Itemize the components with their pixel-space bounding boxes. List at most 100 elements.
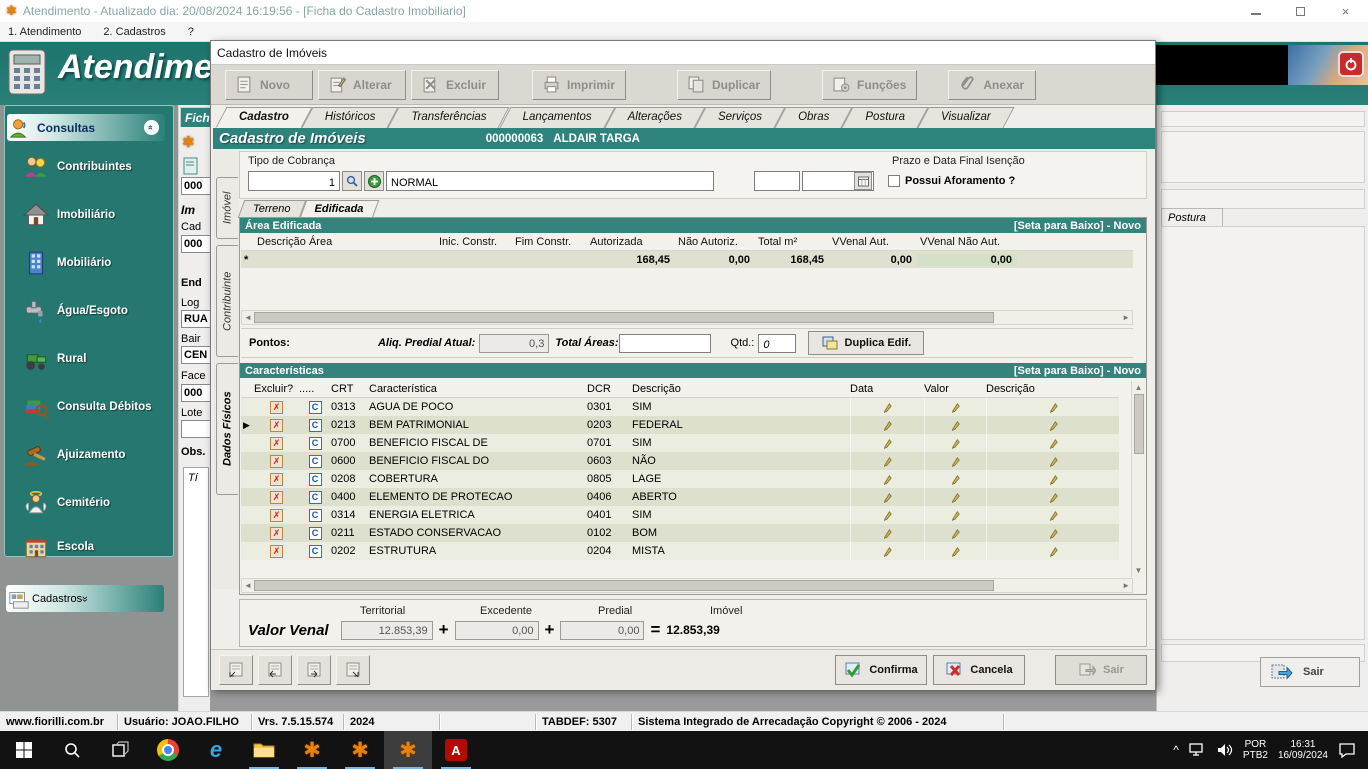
cancela-button[interactable]: Cancela — [933, 655, 1025, 685]
pencil-icon[interactable] — [882, 456, 893, 467]
anexar-button[interactable]: Anexar — [948, 69, 1037, 100]
ficha-tab[interactable]: Fich — [180, 107, 210, 127]
total-areas-input[interactable] — [618, 333, 711, 353]
excluir-button[interactable]: Excluir — [411, 69, 499, 100]
duplicar-button[interactable]: Duplicar — [677, 69, 772, 100]
caract-row[interactable]: ✗ C 0700 BENEFICIO FISCAL DE 0701 SIM — [241, 434, 1119, 452]
characteristic-icon[interactable]: C — [308, 472, 322, 486]
pencil-icon[interactable] — [1048, 420, 1059, 431]
minimize-button[interactable] — [1233, 0, 1278, 22]
pencil-icon[interactable] — [1048, 438, 1059, 449]
taskbar-acrobat[interactable]: A — [432, 731, 480, 769]
pencil-icon[interactable] — [882, 402, 893, 413]
dialog-tab[interactable]: Transferências — [393, 107, 504, 128]
pencil-icon[interactable] — [1048, 510, 1059, 521]
scroll-left-icon[interactable]: ◄ — [244, 581, 252, 590]
delete-row-icon[interactable]: ✗ — [270, 454, 283, 468]
pencil-icon[interactable] — [950, 510, 961, 521]
taskbar-ie[interactable]: e — [192, 731, 240, 769]
start-button[interactable] — [0, 731, 48, 769]
vtab-contribuinte[interactable]: Contribuinte — [216, 245, 238, 357]
search-button[interactable] — [342, 171, 362, 191]
duplica-edif-button[interactable]: Duplica Edif. — [808, 331, 925, 355]
novo-button[interactable]: Novo — [225, 69, 313, 100]
pencil-icon[interactable] — [950, 528, 961, 539]
pencil-icon[interactable] — [1048, 474, 1059, 485]
taskbar-explorer[interactable] — [240, 731, 288, 769]
characteristic-icon[interactable]: C — [308, 400, 322, 414]
taskbar-fiorilli-2[interactable]: ✱ — [336, 731, 384, 769]
characteristic-icon[interactable]: C — [308, 508, 322, 522]
scroll-thumb[interactable] — [253, 580, 994, 591]
caract-row[interactable]: ▶ ✗ C 0213 BEM PATRIMONIAL 0203 FEDERAL — [241, 416, 1119, 434]
prazo-input[interactable] — [754, 171, 800, 191]
delete-row-icon[interactable]: ✗ — [270, 490, 283, 504]
delete-row-icon[interactable]: ✗ — [270, 508, 283, 522]
last-record-button[interactable] — [336, 655, 370, 685]
pencil-icon[interactable] — [950, 492, 961, 503]
caract-grid-vscrollbar[interactable]: ▲ ▼ — [1131, 381, 1145, 577]
sidebar-item-escola[interactable]: Escola — [23, 530, 173, 564]
subtab[interactable]: Terreno — [241, 200, 303, 218]
taskbar-fiorilli-3-active[interactable]: ✱ — [384, 731, 432, 769]
characteristic-icon[interactable]: C — [308, 526, 322, 540]
tipo-cobranca-code-input[interactable] — [248, 171, 340, 191]
pencil-icon[interactable] — [882, 420, 893, 431]
caract-row[interactable]: ✗ C 0400 ELEMENTO DE PROTECAO 0406 ABERT… — [241, 488, 1119, 506]
pencil-icon[interactable] — [1048, 492, 1059, 503]
characteristic-icon[interactable]: C — [308, 544, 322, 558]
sidebar-item-rural[interactable]: Rural — [23, 342, 173, 376]
language-indicator[interactable]: POR PTB2 — [1243, 739, 1268, 761]
sidebar-item-imobiliario[interactable]: Imobiliário — [23, 198, 173, 232]
clock[interactable]: 16:31 16/09/2024 — [1278, 739, 1328, 761]
sidebar-item-ajuizamento[interactable]: Ajuizamento — [23, 438, 173, 472]
pencil-icon[interactable] — [882, 492, 893, 503]
menu-item-atendimento[interactable]: 1. Atendimento — [8, 26, 81, 38]
subtab[interactable]: Edificada — [303, 200, 376, 218]
chevron-down-icon[interactable]: « — [79, 595, 91, 601]
vtab-dados-fisicos[interactable]: Dados Físicos — [216, 363, 238, 495]
tray-chevron-icon[interactable]: ^ — [1173, 743, 1179, 757]
sidebar-item-agua-esgoto[interactable]: Água/Esgoto — [23, 294, 173, 328]
characteristic-icon[interactable]: C — [308, 436, 322, 450]
delete-row-icon[interactable]: ✗ — [270, 418, 283, 432]
tipo-cobranca-desc-input[interactable] — [386, 171, 714, 191]
characteristic-icon[interactable]: C — [308, 454, 322, 468]
aforamento-checkbox[interactable] — [888, 175, 900, 187]
pencil-icon[interactable] — [882, 546, 893, 557]
pencil-icon[interactable] — [950, 456, 961, 467]
bgform-postura-tab[interactable]: Postura — [1161, 208, 1223, 227]
calendar-button[interactable] — [854, 172, 872, 190]
menu-item-help[interactable]: ? — [188, 26, 194, 38]
pencil-icon[interactable] — [950, 402, 961, 413]
dialog-tab[interactable]: Alterações — [610, 107, 700, 128]
pencil-icon[interactable] — [1048, 456, 1059, 467]
delete-row-icon[interactable]: ✗ — [270, 472, 283, 486]
scroll-thumb[interactable] — [1133, 394, 1144, 454]
next-record-button[interactable] — [297, 655, 331, 685]
scroll-right-icon[interactable]: ► — [1122, 581, 1130, 590]
sair-button[interactable]: Sair — [1055, 655, 1147, 685]
sidebar-group-cadastros[interactable]: Cadastros « — [6, 585, 164, 612]
vtab-imovel[interactable]: Imóvel — [216, 177, 238, 239]
pencil-icon[interactable] — [950, 438, 961, 449]
sidebar-item-cemiterio[interactable]: Cemitério — [23, 486, 173, 520]
scroll-down-icon[interactable]: ▼ — [1135, 566, 1143, 575]
sidebar-group-consultas[interactable]: Consultas « — [7, 114, 165, 141]
notification-icon[interactable] — [1338, 742, 1356, 758]
funcoes-button[interactable]: Funções — [822, 69, 918, 100]
caract-row[interactable]: ✗ C 0314 ENERGIA ELETRICA 0401 SIM — [241, 506, 1119, 524]
bgform-sair-button[interactable]: Sair — [1260, 657, 1360, 687]
area-grid-row[interactable]: * 168,45 0,00 168,45 0,00 0,00 — [241, 251, 1133, 268]
power-button[interactable] — [1338, 51, 1364, 77]
caract-grid-hscrollbar[interactable]: ◄ ► — [241, 578, 1133, 593]
pencil-icon[interactable] — [882, 510, 893, 521]
caract-row[interactable]: ✗ C 0208 COBERTURA 0805 LAGE — [241, 470, 1119, 488]
dialog-tab[interactable]: Postura — [847, 107, 923, 128]
pencil-icon[interactable] — [950, 420, 961, 431]
taskbar-chrome[interactable] — [144, 731, 192, 769]
first-record-button[interactable] — [219, 655, 253, 685]
confirma-button[interactable]: Confirma — [835, 655, 927, 685]
scroll-thumb[interactable] — [253, 312, 994, 323]
dialog-tab[interactable]: Serviços — [700, 107, 780, 128]
